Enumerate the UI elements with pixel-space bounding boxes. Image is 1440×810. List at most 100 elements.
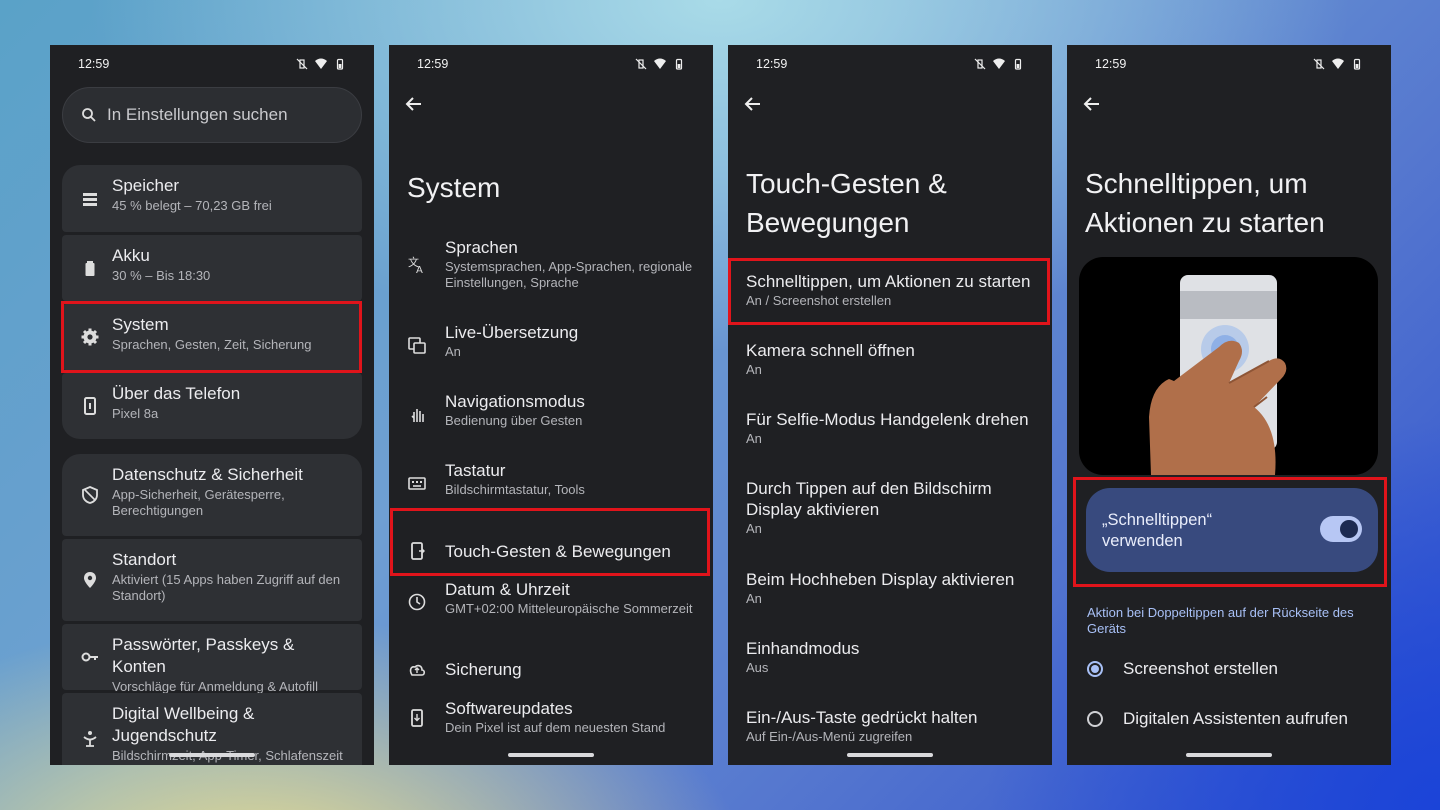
settings-item-live-uebersetzung[interactable]: Live-Übersetzung An (389, 322, 713, 368)
back-arrow-icon[interactable] (401, 91, 427, 117)
item-title: Navigationsmodus (445, 392, 585, 411)
wellbeing-icon (83, 731, 97, 747)
settings-item-einhandmodus[interactable]: Einhandmodus Aus (728, 638, 1052, 684)
item-subtitle: Bedienung über Gesten (445, 413, 583, 428)
settings-item-datenschutz[interactable]: Datenschutz & Sicherheit App-Sicherheit,… (62, 454, 362, 536)
settings-item-system[interactable]: System Sprachen, Gesten, Zeit, Sicherung (62, 304, 362, 370)
item-subtitle: An / Screenshot erstellen (746, 293, 892, 308)
settings-item-selfie-modus[interactable]: Für Selfie-Modus Handgelenk drehen An (728, 409, 1052, 455)
switch-knob (1340, 520, 1358, 538)
battery-icon (85, 261, 95, 276)
status-bar: 12:59 (1067, 45, 1391, 83)
settings-search-bar[interactable]: In Einstellungen suchen (62, 87, 362, 143)
wifi-icon (315, 58, 327, 69)
status-icons (635, 58, 685, 70)
quick-tap-switch[interactable] (1320, 516, 1362, 542)
item-subtitle: App-Sicherheit, Gerätesperre, Berechtigu… (112, 487, 285, 518)
settings-item-touch-gesten[interactable]: Touch-Gesten & Bewegungen (389, 529, 713, 575)
wifi-icon (1332, 58, 1344, 69)
item-subtitle: An (746, 521, 762, 536)
status-time: 12:59 (1095, 57, 1127, 71)
item-title: Tastatur (445, 461, 506, 480)
quick-tap-illustration (1079, 257, 1378, 475)
item-subtitle: Sprachen, Gesten, Zeit, Sicherung (112, 337, 312, 352)
shield-icon (82, 486, 98, 504)
status-time: 12:59 (78, 57, 110, 71)
gesture-hand-icon (411, 409, 424, 422)
battery-status-icon (1014, 58, 1022, 70)
status-icons (1313, 58, 1363, 70)
settings-item-softwareupdates[interactable]: Softwareupdates Dein Pixel ist auf dem ne… (389, 698, 713, 744)
radio-selected[interactable] (1087, 661, 1103, 677)
settings-item-tastatur[interactable]: Tastatur Bildschirmtastatur, Tools (389, 460, 713, 506)
item-title: Digital Wellbeing & Jugendschutz (112, 704, 255, 745)
vibrate-off-icon (296, 58, 308, 70)
settings-item-akku[interactable]: Akku 30 % – Bis 18:30 (62, 235, 362, 301)
settings-item-sicherung[interactable]: Sicherung (389, 648, 713, 694)
radio-unselected[interactable] (1087, 711, 1103, 727)
settings-item-datum-uhrzeit[interactable]: Datum & Uhrzeit GMT+02:00 Mitteleuropäisc… (389, 579, 713, 625)
settings-item-ein-aus-taste[interactable]: Ein-/Aus-Taste gedrückt halten Auf Ein-/A… (728, 707, 1052, 753)
item-title: Datenschutz & Sicherheit (112, 465, 303, 484)
item-title: Ein-/Aus-Taste gedrückt halten (746, 708, 978, 727)
item-subtitle: Aktiviert (15 Apps haben Zugriff auf den… (112, 572, 341, 603)
item-title: System (112, 315, 169, 334)
back-arrow-icon[interactable] (740, 91, 766, 117)
item-title: Standort (112, 550, 177, 569)
gesture-bar[interactable] (508, 753, 594, 757)
item-title: Akku (112, 246, 150, 265)
item-subtitle: An (746, 362, 762, 377)
item-title: Schnelltippen, um Aktionen zu starten (746, 272, 1031, 291)
gesture-bar[interactable] (847, 753, 933, 757)
option-screenshot[interactable]: Screenshot erstellen (1087, 659, 1278, 679)
phone-info-icon (84, 397, 96, 415)
page-title: System (407, 172, 501, 203)
option-assistant[interactable]: Digitalen Assistenten aufrufen (1087, 709, 1348, 729)
status-icons (974, 58, 1024, 70)
section-header: Aktion bei Doppeltippen auf der Rückseit… (1087, 605, 1354, 636)
toggle-label-line2: verwenden (1102, 532, 1183, 550)
settings-item-hochheben[interactable]: Beim Hochheben Display aktivieren An (728, 569, 1052, 615)
search-placeholder: In Einstellungen suchen (107, 105, 288, 124)
battery-status-icon (675, 58, 683, 70)
item-title: Passwörter, Passkeys & Konten (112, 635, 295, 676)
item-subtitle: An (445, 344, 461, 359)
location-icon (84, 572, 96, 588)
item-title: Über das Telefon (112, 384, 241, 403)
gesture-bar[interactable] (169, 753, 255, 757)
item-subtitle: Dein Pixel ist auf dem neuesten Stand (445, 720, 666, 735)
back-arrow-icon[interactable] (1079, 91, 1105, 117)
settings-item-schnelltippen[interactable]: Schnelltippen, um Aktionen zu starten An … (728, 271, 1052, 321)
settings-item-tippen-display[interactable]: Durch Tippen auf den Bildschirm Display … (728, 478, 1052, 548)
phone-gesture-icon (411, 542, 425, 560)
item-subtitle: Bildschirmtastatur, Tools (445, 482, 585, 497)
settings-item-ueber-telefon[interactable]: Über das Telefon Pixel 8a (62, 373, 362, 439)
settings-item-sprachen[interactable]: 文A Sprachen Systemsprachen, App-Sprachen,… (389, 237, 713, 297)
battery-status-icon (1353, 58, 1361, 70)
settings-item-navigationsmodus[interactable]: Navigationsmodus Bedienung über Gesten (389, 391, 713, 437)
translate-icon: 文A (408, 255, 423, 275)
quick-tap-toggle-card[interactable]: „Schnelltippen“ verwenden (1086, 488, 1378, 572)
item-subtitle: Pixel 8a (112, 406, 159, 421)
settings-item-kamera-schnell[interactable]: Kamera schnell öffnen An (728, 340, 1052, 386)
page-title: Touch-Gesten & Bewegungen (746, 164, 947, 242)
settings-item-standort[interactable]: Standort Aktiviert (15 Apps haben Zugrif… (62, 539, 362, 621)
cloud-backup-icon (409, 664, 426, 676)
vibrate-off-icon (1313, 58, 1325, 70)
key-icon (81, 652, 98, 662)
phone-settings-main: 12:59 In Einstellungen suchen Speicher 4… (50, 45, 374, 765)
system-update-icon (411, 709, 423, 727)
status-time: 12:59 (756, 57, 788, 71)
item-title: Kamera schnell öffnen (746, 341, 915, 360)
status-icons (296, 58, 346, 70)
settings-item-passwoerter[interactable]: Passwörter, Passkeys & Konten Vorschläge… (62, 624, 362, 694)
item-subtitle: 30 % – Bis 18:30 (112, 268, 211, 283)
gesture-bar[interactable] (1186, 753, 1272, 757)
wifi-icon (993, 58, 1005, 69)
hand-phone-illustration (1149, 275, 1287, 475)
settings-item-speicher[interactable]: Speicher 45 % belegt – 70,23 GB frei (62, 165, 362, 232)
item-title: Live-Übersetzung (445, 323, 579, 342)
status-bar: 12:59 (50, 45, 374, 83)
item-title: Touch-Gesten & Bewegungen (445, 542, 671, 561)
item-title: Datum & Uhrzeit (445, 580, 570, 599)
